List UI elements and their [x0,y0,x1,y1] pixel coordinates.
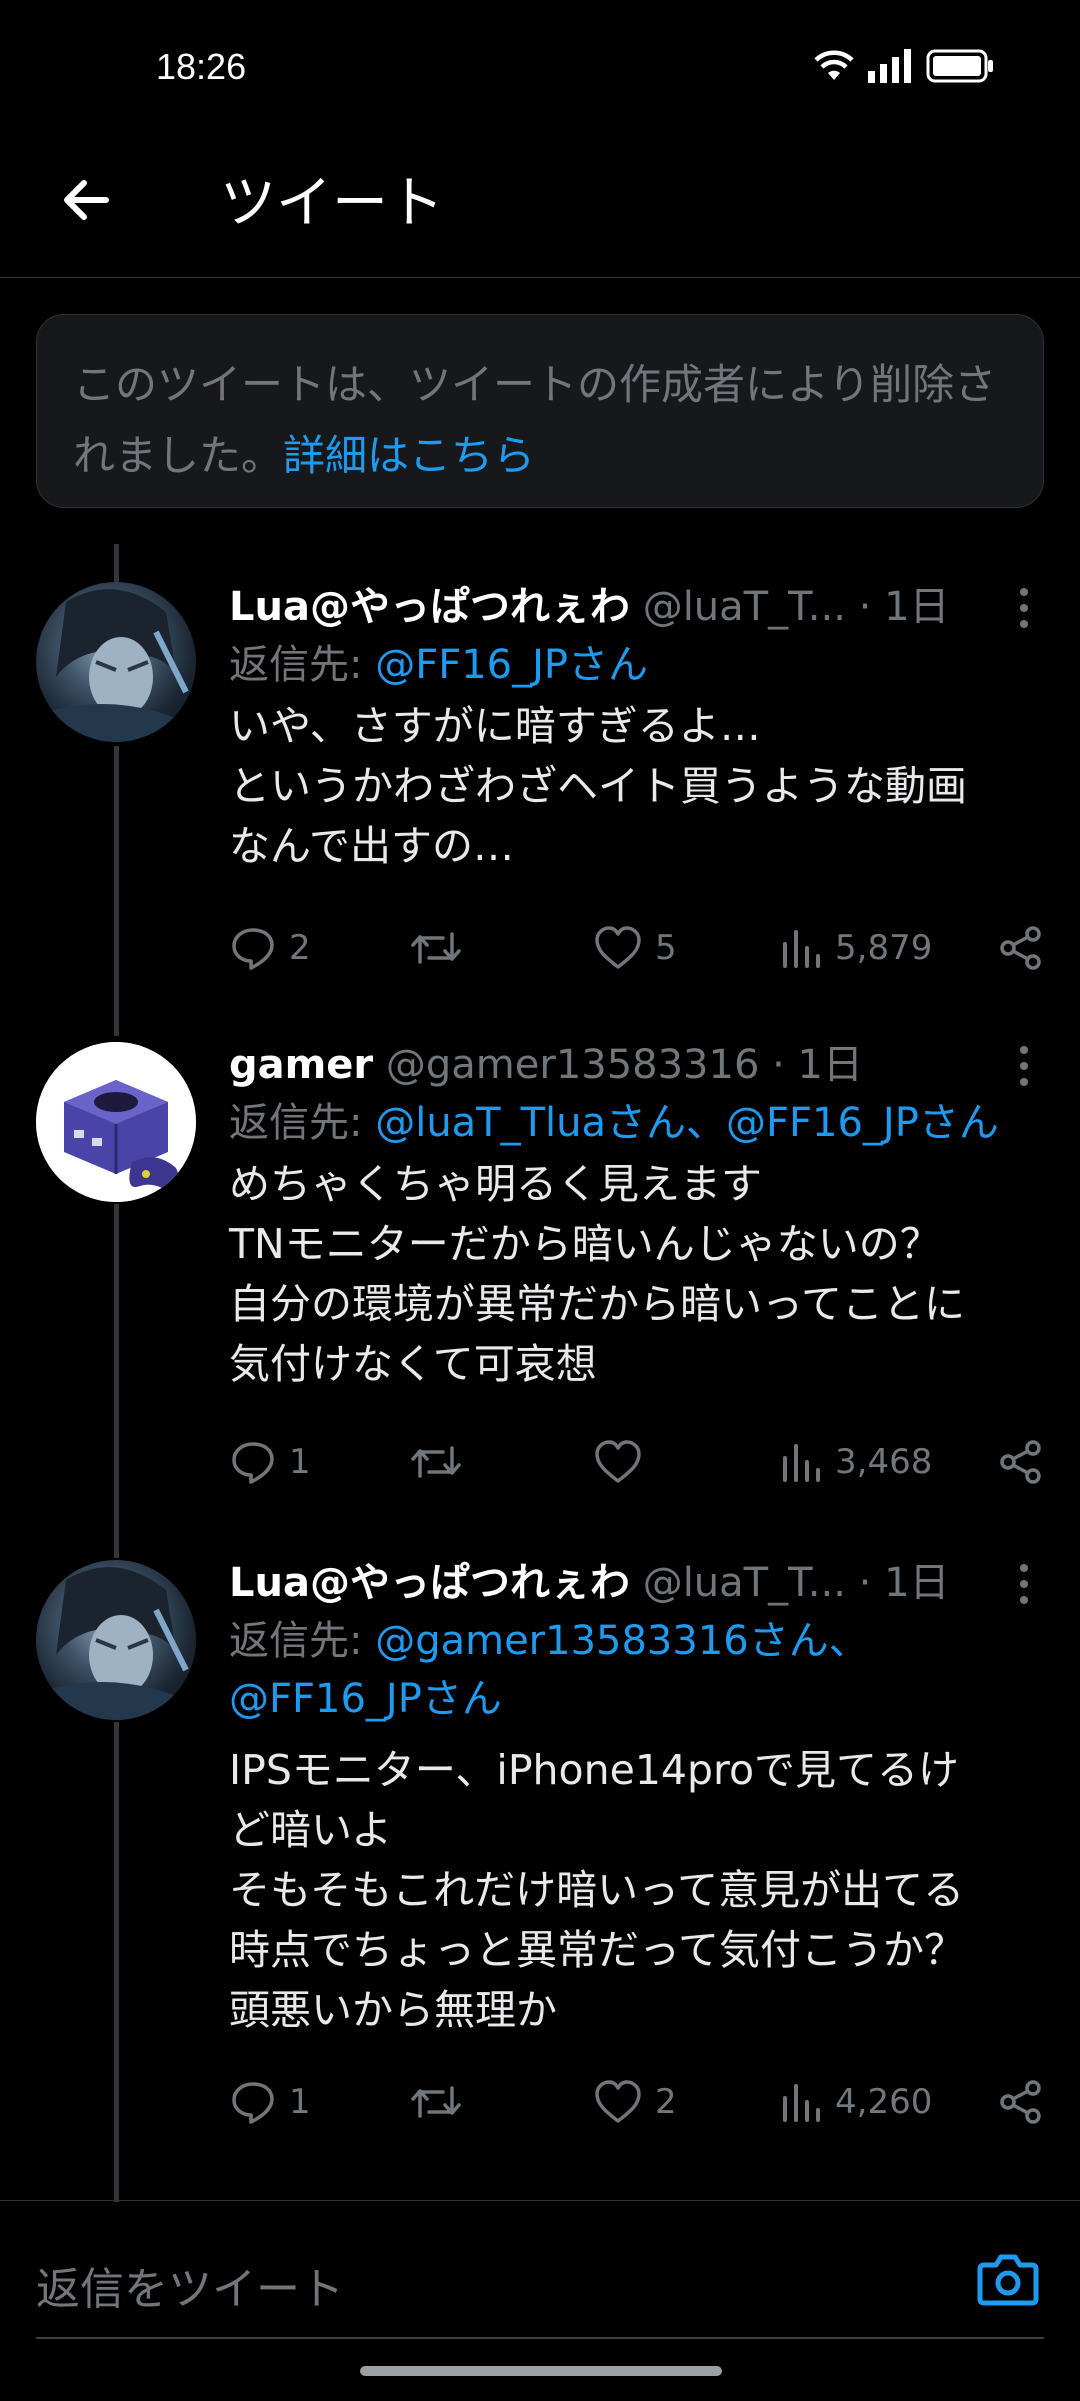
share-button[interactable] [998,2072,1044,2132]
tweet-actions: 2 5 5,879 [229,918,1044,978]
mention-link[interactable]: @FF16_JPさん [375,642,648,688]
retweet-button[interactable] [409,1432,475,1492]
user-name[interactable]: Lua@やっぱつれぇわ [229,584,630,630]
user-handle[interactable]: @gamer13583316 [386,1042,760,1088]
tweet-item[interactable]: gamer @gamer13583316 · 1日 返信先: @luaT_Tlu… [0,1036,1080,1536]
thread-line [114,544,119,582]
user-name[interactable]: Lua@やっぱつれぇわ [229,1560,630,1606]
reply-icon [232,2082,274,2124]
reply-button[interactable]: 1 [229,1432,311,1492]
tweet-text: いや、さすがに暗すぎるよ… というかわざわざヘイト買うような動画 なんで出すの… [229,702,967,870]
tweet-text: めちゃくちゃ明るく見えます TNモニターだから暗いんじゃないの？ 自分の環境が異… [229,1160,965,1388]
reply-count: 1 [289,1442,311,1482]
home-indicator[interactable] [360,2366,722,2376]
tweet-header: gamer @gamer13583316 · 1日 [229,1036,1044,1094]
bar-chart-icon [783,930,820,968]
share-icon [1000,1440,1041,1484]
avatar[interactable] [36,582,196,742]
arrow-left-icon[interactable] [56,170,116,230]
view-count: 5,879 [835,928,933,968]
tweet-item[interactable]: Lua@やっぱつれぇわ @luaT_T... · 1日 返信先: @gamer1… [0,1554,1080,2154]
like-count: 5 [655,928,677,968]
tweet-item[interactable]: Lua@やっぱつれぇわ @luaT_T... · 1日 返信先: @FF16_J… [0,578,1080,1018]
share-icon [1000,2080,1041,2124]
share-button[interactable] [998,1432,1044,1492]
reply-input[interactable]: 返信をツイート [36,2253,344,2317]
retweet-icon [411,932,461,964]
reply-button[interactable]: 1 [229,2072,311,2132]
heart-icon [595,926,641,969]
wifi-icon [814,50,854,80]
retweet-button[interactable] [409,918,475,978]
views-button[interactable]: 5,879 [779,918,932,978]
user-handle[interactable]: @luaT_T... [643,584,846,630]
like-button[interactable]: 2 [593,2072,677,2132]
status-time: 18:26 [156,46,247,87]
page-title: ツイート [220,171,444,236]
reply-label: 返信先: [229,1100,363,1146]
reply-icon [232,1442,274,1484]
tweet-actions: 1 3,468 [229,1432,1044,1492]
reply-count: 2 [289,928,311,968]
status-icons [812,48,994,84]
camera-icon[interactable] [976,2249,1040,2309]
avatar[interactable] [36,1560,196,1720]
details-link[interactable]: 詳細はこちら [283,431,535,480]
reply-count: 1 [289,2082,311,2122]
reply-label: 返信先: [229,1618,363,1664]
tweet-header: Lua@やっぱつれぇわ @luaT_T... · 1日 [229,578,1044,636]
battery-icon [926,49,993,83]
deleted-tweet-notice: このツイートは、ツイートの作成者により削除されました。詳細はこちら [36,314,1044,508]
views-button[interactable]: 3,468 [779,1432,932,1492]
retweet-button[interactable] [409,2072,475,2132]
tweet-text: IPSモニター、iPhone14proで見てるけ ど暗いよ そもそもこれだけ暗い… [229,1746,965,2034]
like-count: 2 [655,2082,677,2122]
composer-underline [36,2337,1044,2339]
more-vertical-icon[interactable] [1004,1044,1044,1088]
mention-link[interactable]: @luaT_Tluaさん、@FF16_JPさん [375,1100,999,1146]
heart-icon [595,1440,641,1483]
bar-chart-icon [783,1444,820,1482]
reply-to: 返信先: @FF16_JPさん [229,636,1044,694]
view-count: 4,260 [835,2082,933,2122]
tweet-time: · 1日 [772,1042,864,1088]
heart-icon [595,2080,641,2123]
view-count: 3,468 [835,1442,933,1482]
share-button[interactable] [998,918,1044,978]
reply-to: 返信先: @luaT_Tluaさん、@FF16_JPさん [229,1094,1044,1152]
top-app-bar: ツイート [0,140,1080,278]
share-icon [1000,926,1041,970]
avatar[interactable] [36,1042,196,1202]
mention-link[interactable]: @FF16_JPさん [229,1676,502,1722]
user-handle[interactable]: @luaT_T... [643,1560,846,1606]
reply-label: 返信先: [229,642,363,688]
reply-to: 返信先: @gamer13583316さん、 @FF16_JPさん [229,1612,1044,1728]
like-button[interactable]: 5 [593,918,677,978]
tweet-header: Lua@やっぱつれぇわ @luaT_T... · 1日 [229,1554,1044,1612]
like-button[interactable] [593,1432,655,1492]
tweet-actions: 1 2 4,260 [229,2072,1044,2132]
reply-icon [232,928,274,970]
mention-link[interactable]: @gamer13583316さん、 [375,1618,869,1664]
retweet-icon [411,2086,461,2118]
status-bar: 18:26 [0,0,1080,140]
reply-button[interactable]: 2 [229,918,311,978]
retweet-icon [411,1446,461,1478]
views-button[interactable]: 4,260 [779,2072,932,2132]
user-name[interactable]: gamer [229,1042,373,1088]
more-vertical-icon[interactable] [1004,1562,1044,1606]
signal-icon [868,49,911,83]
tweet-time: · 1日 [858,584,950,630]
bar-chart-icon [783,2084,820,2122]
tweet-time: · 1日 [858,1560,950,1606]
more-vertical-icon[interactable] [1004,586,1044,630]
